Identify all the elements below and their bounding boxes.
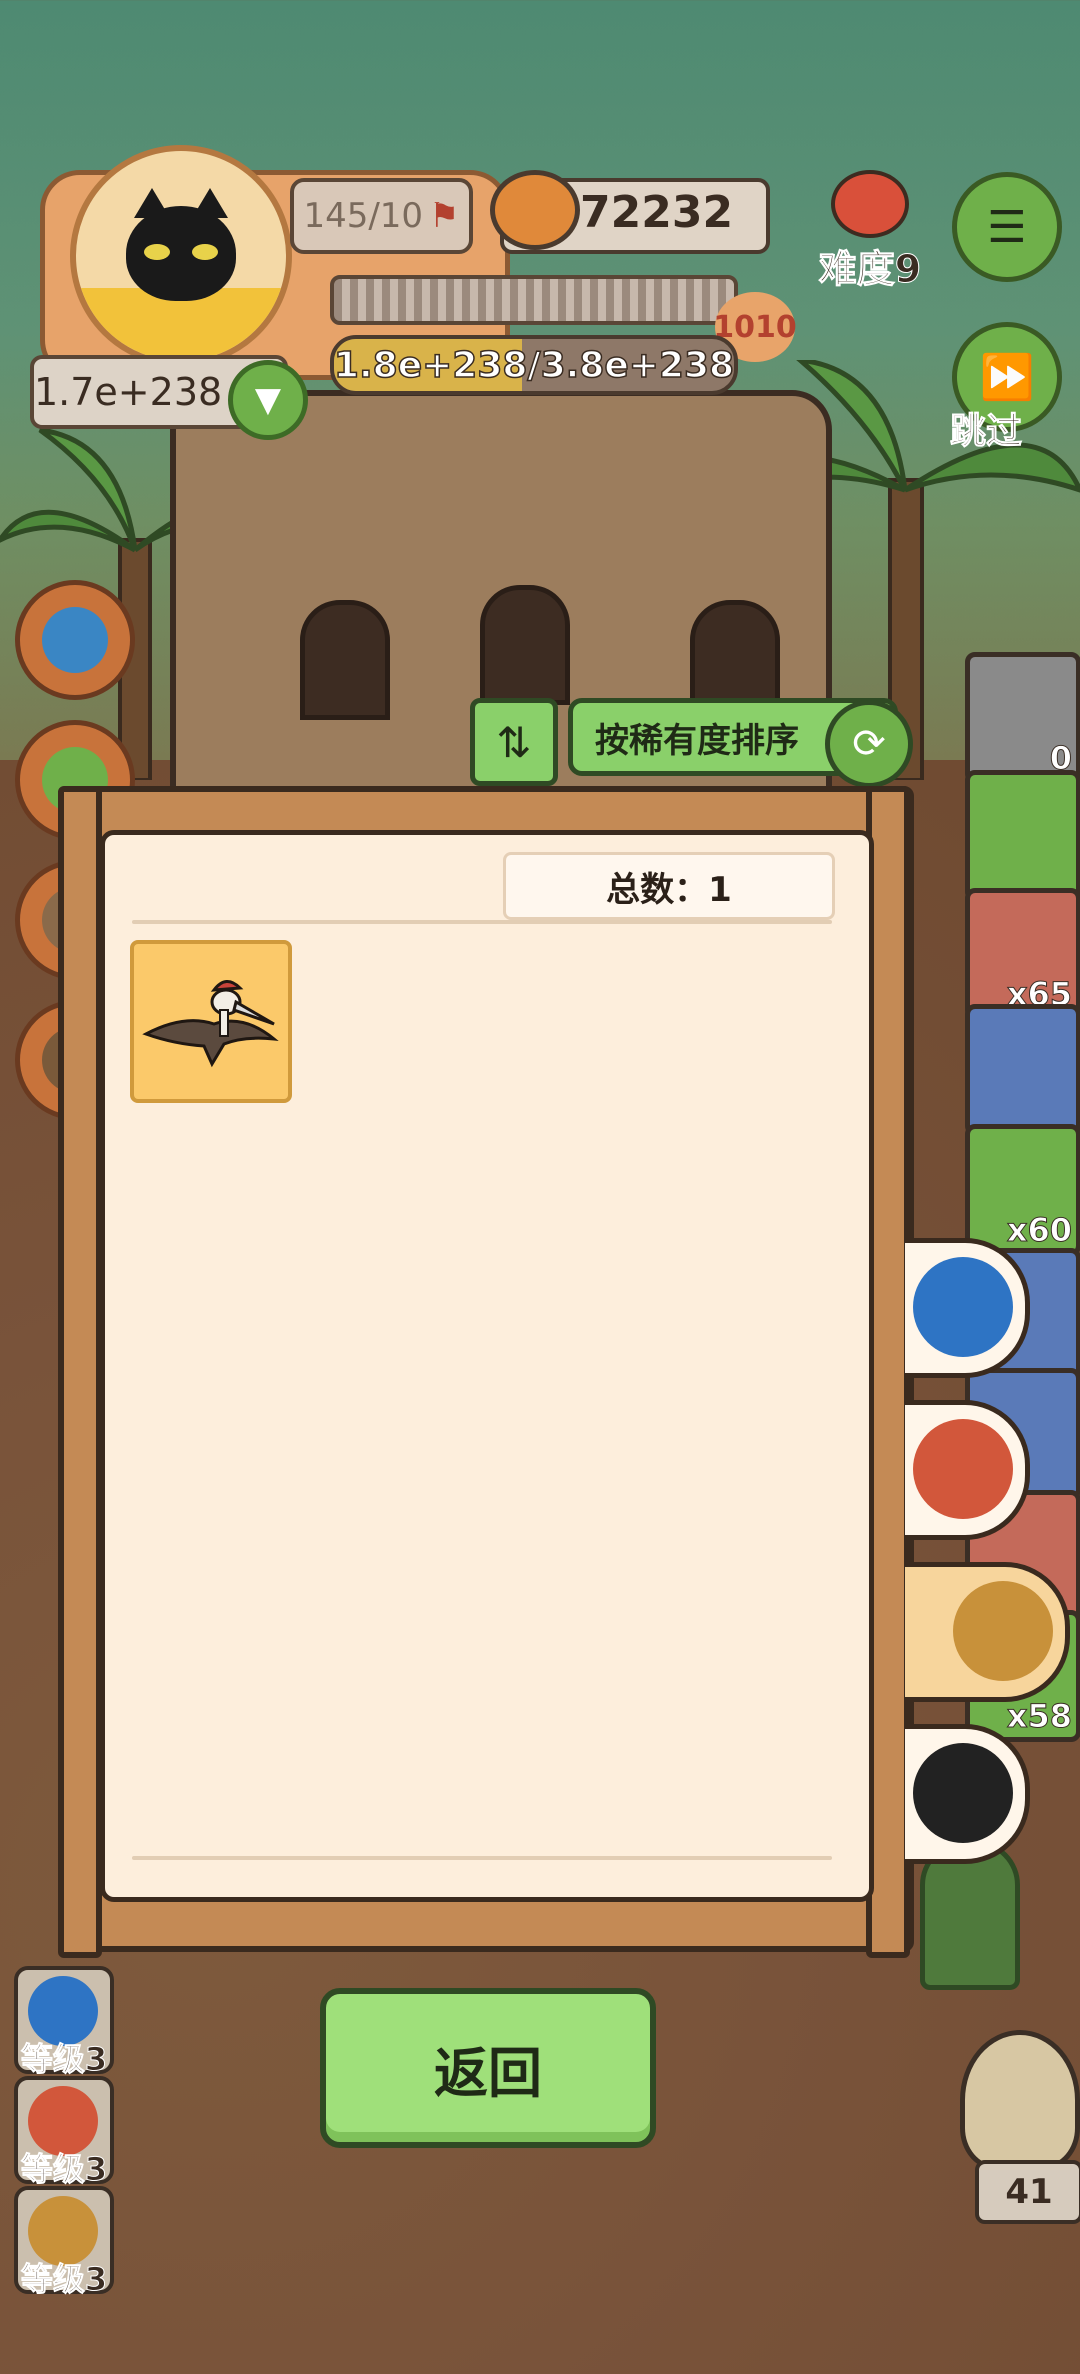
sort-icon: ⇅ bbox=[496, 717, 532, 767]
inventory-count: x60 bbox=[1006, 1211, 1072, 1250]
coin-pot-icon bbox=[490, 170, 580, 250]
fossil-skull-icon bbox=[953, 1581, 1053, 1681]
level-badge-item[interactable]: 等级3 bbox=[14, 2186, 114, 2299]
divider-top bbox=[132, 920, 832, 924]
tab-paw[interactable] bbox=[905, 1724, 1030, 1864]
owl-icon[interactable] bbox=[960, 2030, 1080, 2170]
return-button[interactable]: 返回 bbox=[320, 1988, 656, 2148]
building-window bbox=[480, 585, 570, 705]
health-bar: 1.8e+238/3.8e+238 bbox=[330, 335, 738, 395]
stage-progress-text: 145/10 bbox=[303, 196, 424, 236]
level-badge-item[interactable]: 等级3 bbox=[14, 1966, 114, 2079]
skip-label: 跳过 bbox=[949, 411, 1023, 453]
experience-bar bbox=[330, 275, 738, 325]
return-label: 返回 bbox=[434, 2041, 542, 2105]
flag-icon: ⚑ bbox=[429, 196, 460, 236]
level-label: 等级3 bbox=[20, 2150, 108, 2189]
blob-icon bbox=[913, 1257, 1013, 1357]
difficulty-label: 难度9 bbox=[818, 247, 922, 292]
divider-bottom bbox=[132, 1856, 832, 1860]
side-icon-button[interactable] bbox=[15, 580, 135, 700]
building-window bbox=[300, 600, 390, 720]
sort-label: 按稀有度排序 bbox=[595, 720, 799, 761]
gem-icon bbox=[42, 607, 108, 673]
collection-item-card[interactable] bbox=[130, 940, 292, 1103]
cat-eye bbox=[144, 244, 170, 260]
menu-button[interactable]: ☰ bbox=[952, 172, 1062, 282]
pterodactyl-icon bbox=[142, 980, 279, 1068]
level-badge-item[interactable]: 等级3 bbox=[14, 2076, 114, 2189]
inventory-count: x58 bbox=[1006, 1697, 1072, 1736]
lollipop-icon[interactable]: x60 bbox=[965, 1124, 1080, 1256]
total-count: 总数：1 bbox=[503, 852, 835, 920]
creature-icon bbox=[913, 1419, 1013, 1519]
total-count-text: 总数：1 bbox=[606, 869, 732, 910]
cat-eye bbox=[192, 244, 218, 260]
tab-blob[interactable] bbox=[905, 1238, 1030, 1378]
fast-forward-icon: ⏩ bbox=[979, 352, 1035, 403]
ore-rock-icon[interactable]: 0 bbox=[965, 652, 1080, 784]
tab-creature[interactable] bbox=[905, 1400, 1030, 1540]
coin-amount: 72232 bbox=[580, 186, 734, 238]
menu-list-icon: ☰ bbox=[987, 201, 1027, 253]
health-text: 1.8e+238/3.8e+238 bbox=[333, 344, 735, 387]
chevron-down-icon[interactable]: ▼ bbox=[228, 360, 308, 440]
stage-progress: 145/10 ⚑ bbox=[290, 178, 473, 254]
frame-post-left bbox=[58, 786, 102, 1958]
refresh-icon[interactable]: ⟳ bbox=[825, 700, 913, 788]
level-label: 等级3 bbox=[20, 2260, 108, 2299]
credit-card-icon[interactable] bbox=[965, 770, 1080, 902]
player-avatar[interactable] bbox=[70, 145, 292, 367]
treasure-chest-icon[interactable] bbox=[965, 1004, 1080, 1136]
sort-order-button[interactable]: ⇅ bbox=[470, 698, 558, 786]
difficulty-indicator[interactable]: 难度9 bbox=[810, 170, 930, 292]
snorkel-mask-icon[interactable]: x65 bbox=[965, 888, 1080, 1020]
paw-icon bbox=[913, 1743, 1013, 1843]
level-label: 等级3 bbox=[20, 2040, 108, 2079]
owl-count: 41 bbox=[975, 2160, 1080, 2224]
difficulty-flame-icon bbox=[831, 170, 909, 238]
tab-fossil-skull[interactable] bbox=[905, 1562, 1070, 1702]
black-cat-icon bbox=[126, 188, 236, 301]
